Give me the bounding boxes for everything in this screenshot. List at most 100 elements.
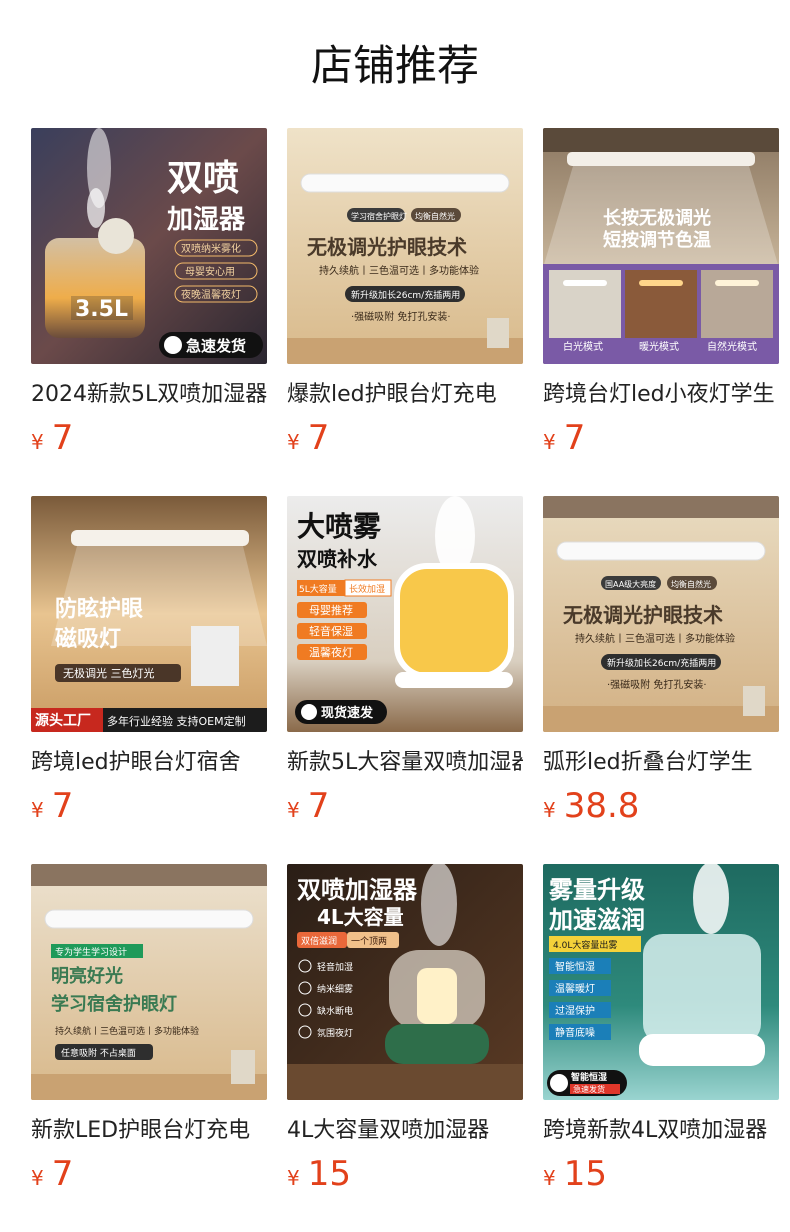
capacity-label: 3.5L xyxy=(75,297,128,322)
image-tag: 国AA级大亮度 xyxy=(605,579,656,589)
product-card[interactable]: 学习宿舍护眼灯 均衡自然光 无极调光护眼技术 持久续航丨三色温可选丨多功能体验 … xyxy=(287,128,523,468)
shipping-badge: 智能恒湿 xyxy=(571,1071,607,1083)
image-pill: 新升级加长26cm/充插两用 xyxy=(607,657,716,669)
image-headline: 雾量升级 xyxy=(549,876,645,904)
image-headline: 明亮好光 xyxy=(51,965,123,987)
image-feature: 纳米细雾 xyxy=(317,983,353,995)
product-card[interactable]: 防眩护眼 磁吸灯 无极调光 三色灯光 源头工厂 多年行业经验 支持OEM定制 跨… xyxy=(31,496,267,836)
product-card[interactable]: 3.5L 双喷 加湿器 双喷纳米雾化 母婴安心用 夜晚温馨夜灯 急速发货 202… xyxy=(31,128,267,468)
product-name[interactable]: 跨境新款4L双喷加湿器 xyxy=(543,1116,779,1150)
product-name[interactable]: 弧形led折叠台灯学生 xyxy=(543,748,779,782)
image-feature: 静音底噪 xyxy=(555,1026,595,1039)
page-title: 店铺推荐 xyxy=(310,41,479,90)
mode-label: 暖光模式 xyxy=(639,340,679,353)
currency-symbol: ¥ xyxy=(543,1166,556,1190)
product-image[interactable]: 学习宿舍护眼灯 均衡自然光 无极调光护眼技术 持久续航丨三色温可选丨多功能体验 … xyxy=(287,128,523,364)
factory-banner: 多年行业经验 支持OEM定制 xyxy=(107,714,246,728)
product-price: ¥38.8 xyxy=(543,786,639,826)
image-footer: ·强磁吸附 免打孔安装· xyxy=(607,678,707,691)
product-price: ¥7 xyxy=(287,418,329,458)
product-name[interactable]: 爆款led护眼台灯充电 xyxy=(287,380,523,414)
image-tag: 母婴推荐 xyxy=(309,603,353,617)
product-image[interactable]: 双喷加湿器 4L大容量 双倍滋润 一个顶两 轻音加湿 纳米细雾 缺水断电 氛围夜… xyxy=(287,864,523,1100)
currency-symbol: ¥ xyxy=(31,798,44,822)
image-headline: 加速滋润 xyxy=(549,906,645,934)
product-card[interactable]: 专为学生学习设计 明亮好光 学习宿舍护眼灯 持久续航丨三色温可选丨多功能体验 任… xyxy=(31,864,267,1204)
image-headline: 长按无极调光 xyxy=(603,207,711,229)
image-feature: 过湿保护 xyxy=(555,1004,595,1017)
currency-symbol: ¥ xyxy=(543,798,556,822)
image-tag: 轻音保湿 xyxy=(309,624,353,638)
image-feature: 轻音加湿 xyxy=(317,961,353,973)
mode-label: 白光模式 xyxy=(563,340,603,353)
image-features: 持久续航丨三色温可选丨多功能体验 xyxy=(55,1025,199,1037)
image-tag: 5L大容量 xyxy=(299,583,337,595)
image-headline: 短按调节色温 xyxy=(603,229,711,251)
product-price: ¥15 xyxy=(287,1154,351,1194)
image-tag: 长效加湿 xyxy=(349,583,385,595)
product-image[interactable]: 长按无极调光 短按调节色温 白光模式 暖光模式 自然光模式 xyxy=(543,128,779,364)
product-card[interactable]: 双喷加湿器 4L大容量 双倍滋润 一个顶两 轻音加湿 纳米细雾 缺水断电 氛围夜… xyxy=(287,864,523,1204)
shipping-badge: 急速发货 xyxy=(186,337,246,355)
currency-symbol: ¥ xyxy=(31,430,44,454)
product-card[interactable]: 长按无极调光 短按调节色温 白光模式 暖光模式 自然光模式 跨境台灯led小夜灯… xyxy=(543,128,779,468)
product-name[interactable]: 新款5L大容量双喷加湿器 xyxy=(287,748,523,782)
price-value: 7 xyxy=(51,786,74,826)
image-headline: 双喷 xyxy=(167,158,239,199)
product-name[interactable]: 跨境led护眼台灯宿舍 xyxy=(31,748,267,782)
product-name[interactable]: 4L大容量双喷加湿器 xyxy=(287,1116,523,1150)
image-tag: 温馨夜灯 xyxy=(309,645,353,659)
image-headline: 磁吸灯 xyxy=(55,626,121,652)
image-feature: 智能恒湿 xyxy=(555,960,595,973)
image-tag: 母婴安心用 xyxy=(185,265,235,278)
image-tag: 均衡自然光 xyxy=(415,211,455,221)
image-tag: 4.0L大容量出雾 xyxy=(553,939,617,951)
image-headline: 双喷加湿器 xyxy=(297,876,418,904)
product-image[interactable]: 3.5L 双喷 加湿器 双喷纳米雾化 母婴安心用 夜晚温馨夜灯 急速发货 xyxy=(31,128,267,364)
product-name[interactable]: 跨境台灯led小夜灯学生 xyxy=(543,380,779,414)
product-image[interactable]: 雾量升级 加速滋润 4.0L大容量出雾 智能恒湿 温馨暖灯 过湿保护 静音底噪 … xyxy=(543,864,779,1100)
product-price: ¥7 xyxy=(31,786,73,826)
image-feature: 氛围夜灯 xyxy=(317,1027,353,1039)
mode-label: 自然光模式 xyxy=(707,340,757,353)
image-headline: 防眩护眼 xyxy=(55,596,143,622)
currency-symbol: ¥ xyxy=(287,1166,300,1190)
product-image[interactable]: 大喷雾 双喷补水 5L大容量 长效加湿 母婴推荐 轻音保湿 温馨夜灯 现货速发 xyxy=(287,496,523,732)
product-image[interactable]: 专为学生学习设计 明亮好光 学习宿舍护眼灯 持久续航丨三色温可选丨多功能体验 任… xyxy=(31,864,267,1100)
image-headline: 4L大容量 xyxy=(317,905,404,929)
price-value: 15 xyxy=(563,1154,607,1194)
product-card[interactable]: 大喷雾 双喷补水 5L大容量 长效加湿 母婴推荐 轻音保湿 温馨夜灯 现货速发 … xyxy=(287,496,523,836)
image-footer: 任意吸附 不占桌面 xyxy=(61,1047,136,1059)
price-value: 38.8 xyxy=(563,786,640,826)
product-card[interactable]: 国AA级大亮度 均衡自然光 无极调光护眼技术 持久续航丨三色温可选丨多功能体验 … xyxy=(543,496,779,836)
price-value: 7 xyxy=(51,1154,74,1194)
image-footer: ·强磁吸附 免打孔安装· xyxy=(351,310,451,323)
product-image[interactable]: 防眩护眼 磁吸灯 无极调光 三色灯光 源头工厂 多年行业经验 支持OEM定制 xyxy=(31,496,267,732)
product-price: ¥7 xyxy=(31,418,73,458)
product-name[interactable]: 2024新款5L双喷加湿器 xyxy=(31,380,267,414)
image-tag: 学习宿舍护眼灯 xyxy=(351,211,407,221)
factory-badge: 源头工厂 xyxy=(35,712,91,729)
product-price: ¥7 xyxy=(287,786,329,826)
product-name[interactable]: 新款LED护眼台灯充电 xyxy=(31,1116,267,1150)
shipping-badge: 急速发货 xyxy=(573,1084,605,1094)
image-sub: 无极调光 三色灯光 xyxy=(63,666,155,680)
price-value: 7 xyxy=(51,418,74,458)
image-headline: 双喷补水 xyxy=(297,547,378,571)
currency-symbol: ¥ xyxy=(287,430,300,454)
image-tag: 夜晚温馨夜灯 xyxy=(181,288,241,301)
image-headline: 大喷雾 xyxy=(297,510,382,543)
product-price: ¥7 xyxy=(31,1154,73,1194)
image-tag: 专为学生学习设计 xyxy=(55,946,127,958)
price-value: 7 xyxy=(563,418,586,458)
image-features: 持久续航丨三色温可选丨多功能体验 xyxy=(575,632,735,645)
image-headline: 学习宿舍护眼灯 xyxy=(51,993,177,1015)
image-headline: 无极调光护眼技术 xyxy=(307,235,467,259)
image-tag: 双倍滋润 xyxy=(301,935,337,947)
currency-symbol: ¥ xyxy=(287,798,300,822)
product-card[interactable]: 雾量升级 加速滋润 4.0L大容量出雾 智能恒湿 温馨暖灯 过湿保护 静音底噪 … xyxy=(543,864,779,1204)
product-image[interactable]: 国AA级大亮度 均衡自然光 无极调光护眼技术 持久续航丨三色温可选丨多功能体验 … xyxy=(543,496,779,732)
price-value: 15 xyxy=(307,1154,351,1194)
price-value: 7 xyxy=(307,786,330,826)
image-pill: 新升级加长26cm/充插两用 xyxy=(351,289,460,301)
